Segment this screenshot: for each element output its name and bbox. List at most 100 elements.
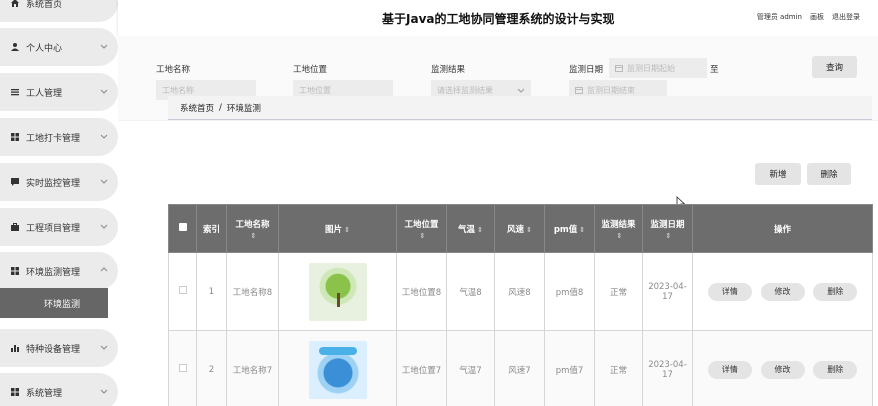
row-delete-button[interactable]: 删除 [813,360,858,379]
sidebar-item-personal-center[interactable]: 个人中心 [0,28,118,66]
breadcrumb-current: 环境监测 [226,103,261,114]
chevron-down-icon [100,177,108,185]
add-button[interactable]: 新增 [755,163,801,185]
date-start-input[interactable]: 监测日期起始 [609,58,707,78]
row-delete-button[interactable]: 删除 [813,282,858,301]
cell-temp: 气温8 [446,252,495,331]
sort-icon: ⇕ [665,231,672,240]
cell-actions: 详情 修改 删除 [692,330,873,406]
cell-image [278,330,397,406]
row-checkbox[interactable] [178,364,187,372]
edit-button[interactable]: 修改 [760,282,805,301]
chevron-down-icon [100,343,108,351]
query-button[interactable]: 查询 [812,56,857,78]
table-row: 1 工地名称8 工地位置8 气温8 风速8 pm值8 正常 2023-04-17… [168,252,873,331]
briefcase-icon [10,222,20,232]
select-all-checkbox[interactable] [178,223,187,231]
row-checkbox[interactable] [178,286,187,294]
sort-icon: ⇕ [419,231,426,240]
sidebar-subitem-environment-monitoring[interactable]: 环境监测 [0,288,108,318]
grid-icon [10,132,20,142]
sort-icon: ⇕ [526,225,532,234]
list-icon [10,87,20,97]
col-location[interactable]: 工地位置 ⇕ [396,204,447,253]
cell-pm: pm值7 [544,330,595,406]
cell-date: 2023-04-17 [642,330,693,406]
select-all-cell [168,204,197,253]
cell-location: 工地位置8 [396,252,447,331]
col-index: 索引 [196,204,227,253]
cell-index: 2 [196,330,227,406]
cell-pm: pm值8 [544,252,595,331]
sidebar-item-label: 工地打卡管理 [26,133,81,144]
delete-button[interactable]: 删除 [807,163,851,185]
chevron-down-icon [100,222,108,230]
result-label: 监测结果 [431,65,466,75]
sidebar-item-environment[interactable]: 环境监测管理 [0,252,118,290]
chevron-down-icon [100,387,108,395]
chevron-down-icon [517,86,525,96]
skin-link[interactable]: 画板 [810,12,824,22]
detail-button[interactable]: 详情 [707,282,752,301]
cell-site-name: 工地名称8 [226,252,279,331]
breadcrumb: 系统首页 / 环境监测 [168,96,872,120]
chevron-down-icon [100,132,108,140]
date-label: 监测日期 [569,65,604,75]
breadcrumb-home[interactable]: 系统首页 [180,102,214,114]
sidebar-item-workers[interactable]: 工人管理 [0,73,118,111]
breadcrumb-separator: / [219,102,222,113]
sidebar-item-equipment[interactable]: 特种设备管理 [0,329,118,367]
sidebar-item-monitoring[interactable]: 实时监控管理 [0,163,118,201]
sidebar-item-label: 工程项目管理 [26,223,81,234]
detail-button[interactable]: 详情 [707,360,752,379]
edit-button[interactable]: 修改 [760,360,805,379]
grid-icon [10,266,20,276]
sidebar-item-label: 系统首页 [26,0,63,10]
user-icon [10,42,20,52]
col-pm[interactable]: pm值 ⇕ [544,204,595,253]
chevron-down-icon [100,87,108,95]
col-site-name[interactable]: 工地名称 ⇕ [226,204,279,253]
top-header: 基于Java的工地协同管理系统的设计与实现 管理员 admin 画板 退出登录 [118,0,878,36]
site-location-label: 工地位置 [293,65,328,75]
sidebar-item-system[interactable]: 系统管理 [0,373,118,406]
col-temp[interactable]: 气温 ⇕ [446,204,495,253]
cell-result: 正常 [594,330,643,406]
col-wind[interactable]: 风速 ⇕ [494,204,545,253]
sidebar-item-projects[interactable]: 工程项目管理 [0,208,118,246]
sort-icon: ⇕ [579,225,586,234]
site-name-label: 工地名称 [156,65,191,75]
chevron-down-icon [100,42,108,50]
sidebar-item-checkin[interactable]: 工地打卡管理 [0,118,118,156]
sort-icon: ⇕ [344,225,350,234]
sidebar: 系统首页 个人中心 工人管理 工地打卡管理 实时监控管理 工程项目管理 环境监测… [0,0,118,406]
sidebar-item-label: 系统管理 [26,388,63,399]
site-image-thumbnail[interactable] [308,262,367,321]
admin-label: 管理员 admin [756,13,802,21]
col-actions: 操作 [692,204,873,253]
sidebar-item-label: 特种设备管理 [26,344,81,355]
logout-link[interactable]: 退出登录 [832,12,860,22]
col-image[interactable]: 图片 ⇕ [278,204,397,253]
site-image-thumbnail[interactable] [308,340,367,399]
sidebar-item-label: 工人管理 [26,88,63,99]
cell-temp: 气温7 [446,330,495,406]
sort-icon: ⇕ [250,231,257,240]
col-result[interactable]: 监测结果 ⇕ [594,204,643,253]
sidebar-item-label: 个人中心 [26,43,63,54]
message-icon [10,177,20,187]
sidebar-item-label: 实时监控管理 [26,178,81,189]
cell-date: 2023-04-17 [642,252,693,331]
page-title: 基于Java的工地协同管理系统的设计与实现 [382,12,615,26]
bar-chart-icon [10,343,20,353]
sidebar-item-home[interactable]: 系统首页 [0,0,118,22]
row-select-cell [168,252,197,331]
row-select-cell [168,330,197,406]
sort-icon: ⇕ [616,231,623,240]
date-separator: 至 [710,65,719,75]
monitoring-table: 索引 工地名称 ⇕ 图片 ⇕ 工地位置 ⇕ 气温 ⇕ 风速 ⇕ pm值 ⇕ 监测结果 ⇕ 监测… [168,204,873,406]
table-row: 2 工地名称7 工地位置7 气温7 风速7 pm值7 正常 2023-04-17… [168,330,873,406]
col-date[interactable]: 监测日期 ⇕ [642,204,693,253]
cell-result: 正常 [594,252,643,331]
header-links: 管理员 admin 画板 退出登录 [757,12,860,22]
